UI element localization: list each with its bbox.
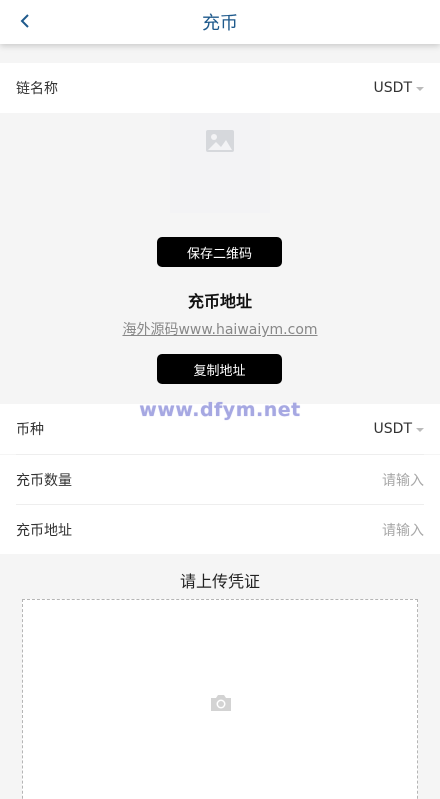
- currency-value[interactable]: USDT: [374, 421, 424, 437]
- chain-label: 链名称: [16, 81, 58, 97]
- back-arrow-icon: [20, 14, 29, 28]
- caret-down-icon: [416, 428, 424, 432]
- deposit-address-text: 海外源码www.haiwaiym.com: [122, 322, 318, 338]
- copy-address-button[interactable]: 复制地址: [157, 354, 282, 384]
- amount-input[interactable]: 请输入: [382, 470, 424, 490]
- address-label: 充币地址: [16, 523, 72, 539]
- address-input[interactable]: 请输入: [382, 520, 424, 540]
- back-button[interactable]: [14, 9, 36, 33]
- chain-select-row[interactable]: 链名称 USDT: [0, 63, 440, 113]
- currency-label: 币种: [16, 422, 44, 438]
- qr-panel: 保存二维码 充币地址 海外源码www.haiwaiym.com 复制地址: [0, 113, 440, 405]
- image-placeholder-icon: [206, 130, 234, 152]
- currency-value-text: USDT: [373, 421, 412, 437]
- amount-label: 充币数量: [16, 473, 72, 489]
- chain-value-text: USDT: [373, 80, 412, 96]
- qr-code-image: [170, 113, 270, 213]
- header: 充币: [0, 0, 440, 44]
- save-qr-button[interactable]: 保存二维码: [157, 237, 282, 267]
- upload-voucher-area[interactable]: [22, 599, 418, 799]
- page-title: 充币: [202, 13, 238, 34]
- address-row[interactable]: 充币地址 请输入: [0, 505, 440, 555]
- camera-icon: [211, 695, 231, 711]
- caret-down-icon: [416, 87, 424, 91]
- watermark-text: www.dfym.net: [139, 399, 301, 421]
- upload-section: 请上传凭证: [0, 554, 440, 799]
- amount-row[interactable]: 充币数量 请输入: [0, 455, 440, 505]
- address-title: 充币地址: [187, 292, 252, 311]
- upload-title: 请上传凭证: [179, 572, 260, 591]
- chain-value[interactable]: USDT: [374, 80, 424, 96]
